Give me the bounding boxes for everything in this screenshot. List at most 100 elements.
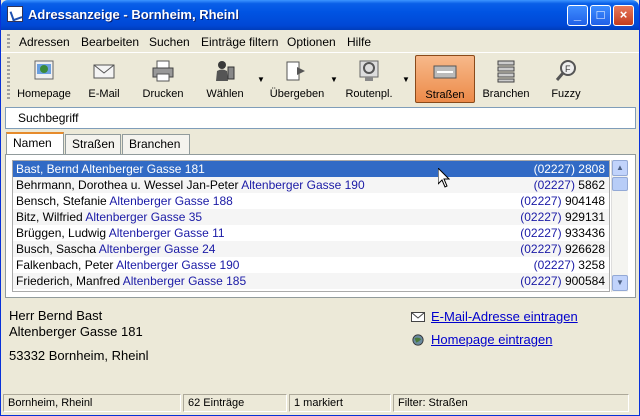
entry-street: Altenberger Gasse 188 [109, 194, 233, 208]
mouse-cursor-icon [438, 168, 450, 188]
toolbar-drucken-label: Drucken [142, 88, 184, 100]
toolbar-fuzzy-label: Fuzzy [551, 88, 581, 100]
entry-name: Busch, Sascha Altenberger Gasse 24 [16, 241, 215, 257]
entry-number: 933436 [564, 226, 605, 240]
entry-name: Behrmann, Dorothea u. Wessel Jan-Peter A… [16, 177, 365, 193]
entry-area-code: (02227) [533, 162, 575, 176]
menu-adressen[interactable]: Adressen [19, 35, 70, 49]
scroll-thumb[interactable] [612, 177, 628, 191]
svg-text:F: F [565, 64, 571, 74]
entry-person: Busch, Sascha [16, 242, 97, 256]
waehlen-dropdown-arrow[interactable]: ▼ [257, 75, 265, 84]
toolbar-drucken-button[interactable]: Drucken [135, 55, 191, 103]
entry-area-code: (02227) [533, 178, 575, 192]
entry-area-code: (02227) [520, 210, 562, 224]
list-scrollbar[interactable]: ▲ ▼ [611, 160, 628, 292]
entry-number: 2808 [578, 162, 605, 176]
toolbar-branchen-button[interactable]: Branchen [477, 55, 535, 103]
printer-icon [152, 60, 174, 82]
search-bar[interactable]: Suchbegriff [5, 107, 636, 129]
scroll-up-button[interactable]: ▲ [612, 160, 628, 176]
toolbar-waehlen-button[interactable]: Wählen [197, 55, 253, 103]
toolbar-uebergeben-button[interactable]: Übergeben [267, 55, 327, 103]
menu-optionen[interactable]: Optionen [287, 35, 336, 49]
entry-number: 5862 [578, 178, 605, 192]
entry-phone: (02227) 900584 [520, 273, 605, 289]
entry-street: Altenberger Gasse 24 [98, 242, 216, 256]
entry-person: Bitz, Wilfried [16, 210, 83, 224]
menu-suchen[interactable]: Suchen [149, 35, 190, 49]
entry-number: 904148 [564, 194, 605, 208]
routenplaner-dropdown-arrow[interactable]: ▼ [402, 75, 410, 84]
envelope-icon [411, 312, 425, 322]
entry-phone: (02227) 2808 [534, 161, 605, 177]
toolbar-strassen-label: Straßen [425, 89, 465, 101]
detail-panel: Herr Bernd Bast Altenberger Gasse 181 53… [1, 302, 639, 390]
list-item[interactable]: Bensch, Stefanie Altenberger Gasse 188 (0… [13, 193, 609, 209]
toolbar-routenplaner-button[interactable]: Routenpl. [339, 55, 399, 103]
entry-street: Altenberger Gasse 190 [116, 258, 240, 272]
tab-branchen[interactable]: Branchen [122, 134, 190, 154]
entry-area-code: (02227) [520, 274, 562, 288]
entry-person: Bast, Bernd [16, 162, 79, 176]
transfer-icon [286, 61, 305, 81]
list-item[interactable]: Busch, Sascha Altenberger Gasse 24 (02227… [13, 241, 609, 257]
toolbar-homepage-button[interactable]: Homepage [13, 55, 75, 103]
menu-eintraege-filtern[interactable]: Einträge filtern [201, 35, 278, 49]
scroll-down-button[interactable]: ▼ [612, 275, 628, 291]
add-homepage-link[interactable]: Homepage eintragen [431, 332, 552, 347]
add-email-link[interactable]: E-Mail-Adresse eintragen [431, 309, 578, 324]
menu-bar: Adressen Bearbeiten Suchen Einträge filt… [1, 30, 639, 52]
title-bar[interactable]: Adressanzeige - Bornheim, Rheinl _ □ × [1, 0, 639, 30]
menu-bearbeiten[interactable]: Bearbeiten [81, 35, 139, 49]
maximize-button[interactable]: □ [590, 5, 611, 26]
close-button[interactable]: × [613, 5, 634, 26]
branches-icon [497, 60, 515, 83]
entry-area-code: (02227) [520, 242, 562, 256]
email-icon [93, 64, 115, 79]
toolbar-waehlen-label: Wählen [206, 88, 244, 100]
minimize-button[interactable]: _ [567, 5, 588, 26]
detail-city: 53332 Bornheim, Rheinl [9, 348, 149, 363]
uebergeben-dropdown-arrow[interactable]: ▼ [330, 75, 338, 84]
list-item[interactable]: Brüggen, Ludwig Altenberger Gasse 11 (022… [13, 225, 609, 241]
dial-icon [216, 61, 235, 81]
entry-person: Brüggen, Ludwig [16, 226, 107, 240]
status-count: 62 Einträge [183, 394, 287, 412]
entry-phone: (02227) 929131 [520, 209, 605, 225]
menu-hilfe[interactable]: Hilfe [347, 35, 371, 49]
status-filter: Filter: Straßen [393, 394, 629, 412]
toolbar-fuzzy-button[interactable]: F Fuzzy [541, 55, 591, 103]
list-item[interactable]: Bast, Bernd Altenberger Gasse 181 (02227)… [13, 161, 609, 177]
toolbar-strassen-button[interactable]: Straßen [415, 55, 475, 103]
entry-street: Altenberger Gasse 35 [85, 210, 203, 224]
app-icon [7, 6, 23, 22]
toolbar-email-button[interactable]: E-Mail [79, 55, 129, 103]
list-item[interactable]: Falkenbach, Peter Altenberger Gasse 190 (… [13, 257, 609, 273]
entry-street: Altenberger Gasse 11 [108, 226, 225, 240]
homepage-icon [34, 60, 54, 80]
entry-person: Behrmann, Dorothea u. Wessel Jan-Peter [16, 178, 239, 192]
entry-name: Brüggen, Ludwig Altenberger Gasse 11 [16, 225, 225, 241]
toolbar-grip [7, 57, 10, 101]
homepage-link-row: Homepage eintragen [411, 332, 552, 347]
list-item[interactable]: Behrmann, Dorothea u. Wessel Jan-Peter A… [13, 177, 609, 193]
entry-number: 926628 [564, 242, 605, 256]
list-item[interactable]: Friederich, Manfred Altenberger Gasse 18… [13, 273, 609, 289]
list-panel: Bast, Bernd Altenberger Gasse 181 (02227)… [5, 154, 636, 298]
tab-strassen[interactable]: Straßen [65, 134, 121, 154]
entry-list[interactable]: Bast, Bernd Altenberger Gasse 181 (02227)… [12, 160, 610, 292]
toolbar-routenplaner-label: Routenpl. [345, 88, 393, 100]
entry-phone: (02227) 5862 [534, 177, 605, 193]
entry-name: Bensch, Stefanie Altenberger Gasse 188 [16, 193, 233, 209]
list-item[interactable]: Bitz, Wilfried Altenberger Gasse 35 (0222… [13, 209, 609, 225]
detail-name: Herr Bernd Bast [9, 308, 103, 323]
entry-name: Falkenbach, Peter Altenberger Gasse 190 [16, 257, 239, 273]
tab-namen[interactable]: Namen [6, 132, 64, 155]
entry-person: Bensch, Stefanie [16, 194, 107, 208]
status-marked: 1 markiert [289, 394, 391, 412]
search-label: Suchbegriff [18, 111, 79, 125]
entry-area-code: (02227) [520, 194, 562, 208]
status-bar: Bornheim, Rheinl 62 Einträge 1 markiert … [1, 392, 639, 414]
entry-street: Altenberger Gasse 185 [122, 274, 247, 288]
